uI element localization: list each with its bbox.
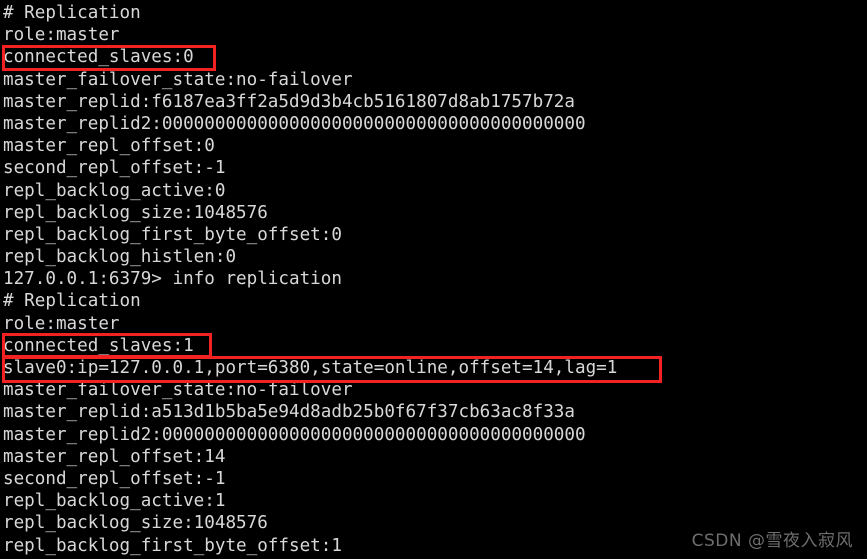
- terminal-line: repl_backlog_active:0: [3, 180, 226, 201]
- terminal-line: master_failover_state:no-failover: [3, 380, 353, 401]
- terminal-line: second_repl_offset:-1: [3, 158, 226, 179]
- terminal-line: connected_slaves:1: [3, 335, 194, 356]
- terminal-line: repl_backlog_active:1: [3, 491, 226, 512]
- terminal-line: master_replid2:0000000000000000000000000…: [3, 424, 586, 445]
- terminal-line: second_repl_offset:-1: [3, 468, 226, 489]
- terminal-line: role:master: [3, 313, 120, 334]
- terminal-line: master_repl_offset:0: [3, 136, 215, 157]
- terminal-line: master_failover_state:no-failover: [3, 69, 353, 90]
- terminal-line: master_replid:a513d1b5ba5e94d8adb25b0f67…: [3, 402, 575, 423]
- terminal-line: master_repl_offset:14: [3, 446, 226, 467]
- terminal-line: master_replid:f6187ea3ff2a5d9d3b4cb51618…: [3, 91, 575, 112]
- terminal-line: repl_backlog_histlen:0: [3, 247, 237, 268]
- terminal-line: # Replication: [3, 3, 141, 23]
- terminal-line: master_replid2:0000000000000000000000000…: [3, 113, 586, 134]
- terminal-line: connected_slaves:0: [3, 47, 194, 68]
- terminal-screenshot: # Replication role:master connected_slav…: [0, 0, 867, 559]
- terminal-output[interactable]: # Replication role:master connected_slav…: [0, 0, 867, 559]
- terminal-line: repl_backlog_size:1048576: [3, 202, 268, 223]
- terminal-line: # Replication: [3, 291, 141, 312]
- terminal-line: repl_backlog_first_byte_offset:0: [3, 224, 342, 245]
- watermark: CSDN @雪夜入寂风: [691, 531, 853, 551]
- terminal-line: role:master: [3, 25, 120, 46]
- terminal-line: slave0:ip=127.0.0.1,port=6380,state=onli…: [3, 358, 618, 378]
- terminal-prompt-line: 127.0.0.1:6379> info replication: [3, 269, 342, 290]
